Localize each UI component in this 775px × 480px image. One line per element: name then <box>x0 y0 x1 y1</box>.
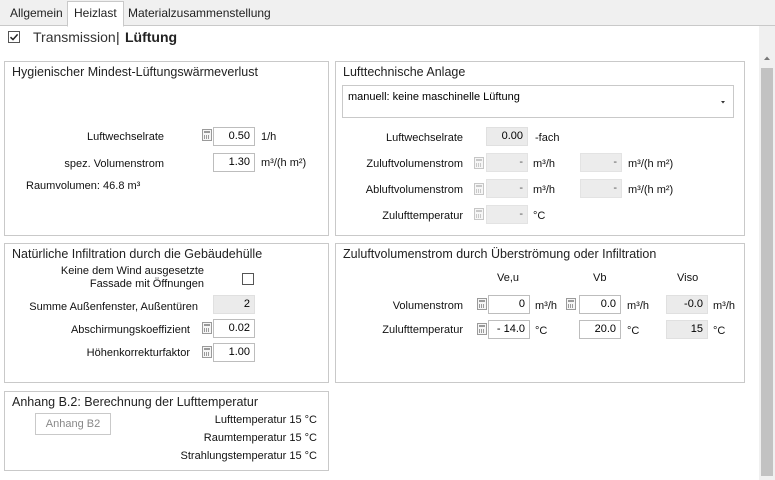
zulufttemperatur-unit: °C <box>533 210 546 222</box>
abluftvolumenstrom-area-unit: m³/(h m²) <box>628 184 674 196</box>
scroll-up-arrow-icon[interactable] <box>762 53 772 61</box>
calculator-icon <box>474 183 484 195</box>
spez-volumenstrom-input[interactable]: 1.30 <box>213 153 255 172</box>
col-header-vb: Vb <box>593 272 607 284</box>
volumenstrom-veu-input[interactable]: 0 <box>488 295 530 314</box>
subnav-lueftung[interactable]: Lüftung <box>125 29 177 45</box>
luft-luftwechselrate-unit: -fach <box>535 132 560 144</box>
calculator-icon[interactable] <box>477 323 487 335</box>
calculator-icon[interactable] <box>202 346 212 358</box>
tab-allgemein[interactable]: Allgemein <box>4 2 69 24</box>
abluftvolumenstrom-input: - <box>486 179 528 198</box>
luftwechselrate-input[interactable]: 0.50 <box>213 127 255 146</box>
volumenstrom-label: Volumenstrom <box>392 300 463 312</box>
volumenstrom-vb-input[interactable]: 0.0 <box>579 295 621 314</box>
hoehenkorrektur-label: Höhenkorrekturfaktor <box>86 347 190 359</box>
volumenstrom-viso-value: -0.0 <box>666 295 708 314</box>
volumenstrom-vb-unit: m³/h <box>627 300 649 312</box>
zuluftvolumenstrom-unit: m³/h <box>533 158 555 170</box>
tab-bar: Allgemein Heizlast Materialzusammenstell… <box>0 0 775 27</box>
zulufttemperatur-label: Zulufttemperatur <box>382 210 463 222</box>
zuluftvolumenstrom-label: Zuluftvolumenstrom <box>366 158 463 170</box>
anhang-b2-button[interactable]: Anhang B2 <box>35 413 111 435</box>
summe-label: Summe Außenfenster, Außentüren <box>29 301 198 313</box>
spez-volumenstrom-label: spez. Volumenstrom <box>64 158 164 170</box>
luftwechselrate-label: Luftwechselrate <box>86 131 164 143</box>
wind-label-line1: Keine dem Wind ausgesetzte <box>60 265 204 277</box>
panel-title-infiltration: Natürliche Infiltration durch die Gebäud… <box>12 247 263 261</box>
wind-checkbox[interactable] <box>242 273 254 285</box>
panel-title-anhang: Anhang B.2: Berechnung der Lufttemperatu… <box>12 395 258 409</box>
col-header-viso: Viso <box>677 272 699 284</box>
luftwechselrate-unit: 1/h <box>261 131 277 143</box>
luft-luftwechselrate-value: 0.00 <box>486 127 528 146</box>
volumenstrom-viso-unit: m³/h <box>713 300 735 312</box>
dropdown-arrow-icon[interactable] <box>719 97 727 105</box>
subnav-transmission[interactable]: Transmission <box>33 29 116 45</box>
panel-hygienisch <box>4 61 329 236</box>
abschirmung-label: Abschirmungskoeffizient <box>70 324 190 336</box>
calculator-icon[interactable] <box>202 322 212 334</box>
zulufttemperatur-vb-unit: °C <box>627 325 640 337</box>
abluftvolumenstrom-unit: m³/h <box>533 184 555 196</box>
panel-title-hygienisch: Hygienischer Mindest-Lüftungswärmeverlus… <box>12 65 258 79</box>
zuluftvolumenstrom-area-input: - <box>580 153 622 172</box>
spez-volumenstrom-unit: m³/(h m²) <box>261 157 307 169</box>
luft-luftwechselrate-label: Luftwechselrate <box>385 132 463 144</box>
checkmark-icon[interactable] <box>8 31 20 43</box>
panel-title-zuluft-infiltration: Zuluftvolumenstrom durch Überströmung od… <box>343 247 657 261</box>
panel-title-lufttechnik: Lufttechnische Anlage <box>343 65 466 79</box>
anlage-select-value: manuell: keine maschinelle Lüftung <box>348 91 520 103</box>
abluftvolumenstrom-area-input: - <box>580 179 622 198</box>
volumenstrom-veu-unit: m³/h <box>535 300 557 312</box>
abluftvolumenstrom-label: Abluftvolumenstrom <box>365 184 463 196</box>
zulufttemperatur-input: - <box>486 205 528 224</box>
abschirmung-input[interactable]: 0.02 <box>213 319 255 338</box>
zulufttemperatur-viso-value: 15 <box>666 320 708 339</box>
tab-materialzusammenstellung[interactable]: Materialzusammenstellung <box>122 2 277 24</box>
summe-value: 2 <box>213 295 255 314</box>
zulufttemperatur-veu-input[interactable]: - 14.0 <box>488 320 530 339</box>
calculator-icon[interactable] <box>202 129 212 141</box>
zuluftvolumenstrom-area-unit: m³/(h m²) <box>628 158 674 170</box>
wind-label-line2: Fassade mit Öffnungen <box>89 278 204 290</box>
tab-heizlast[interactable]: Heizlast <box>67 1 124 27</box>
zulufttemperatur-viso-unit: °C <box>713 325 726 337</box>
subnav-separator: | <box>116 29 120 45</box>
zuluftvolumenstrom-input: - <box>486 153 528 172</box>
lufttemperatur-text: Lufttemperatur 15 °C <box>214 414 317 426</box>
strahlungstemperatur-text: Strahlungstemperatur 15 °C <box>180 450 317 462</box>
anlage-select[interactable]: manuell: keine maschinelle Lüftung <box>342 85 734 118</box>
col-header-veu: Ve,u <box>497 272 520 284</box>
calculator-icon <box>474 157 484 169</box>
calculator-icon <box>474 208 484 220</box>
scrollbar-thumb[interactable] <box>761 68 773 476</box>
zuv-zulufttemperatur-label: Zulufttemperatur <box>382 324 463 336</box>
raumvolumen-text: Raumvolumen: 46.8 m³ <box>26 180 141 192</box>
calculator-icon[interactable] <box>566 298 576 310</box>
raumtemperatur-text: Raumtemperatur 15 °C <box>203 432 317 444</box>
hoehenkorrektur-input[interactable]: 1.00 <box>213 343 255 362</box>
panel-infiltration <box>4 243 329 383</box>
calculator-icon[interactable] <box>477 298 487 310</box>
zulufttemperatur-vb-input[interactable]: 20.0 <box>579 320 621 339</box>
zulufttemperatur-veu-unit: °C <box>535 325 548 337</box>
